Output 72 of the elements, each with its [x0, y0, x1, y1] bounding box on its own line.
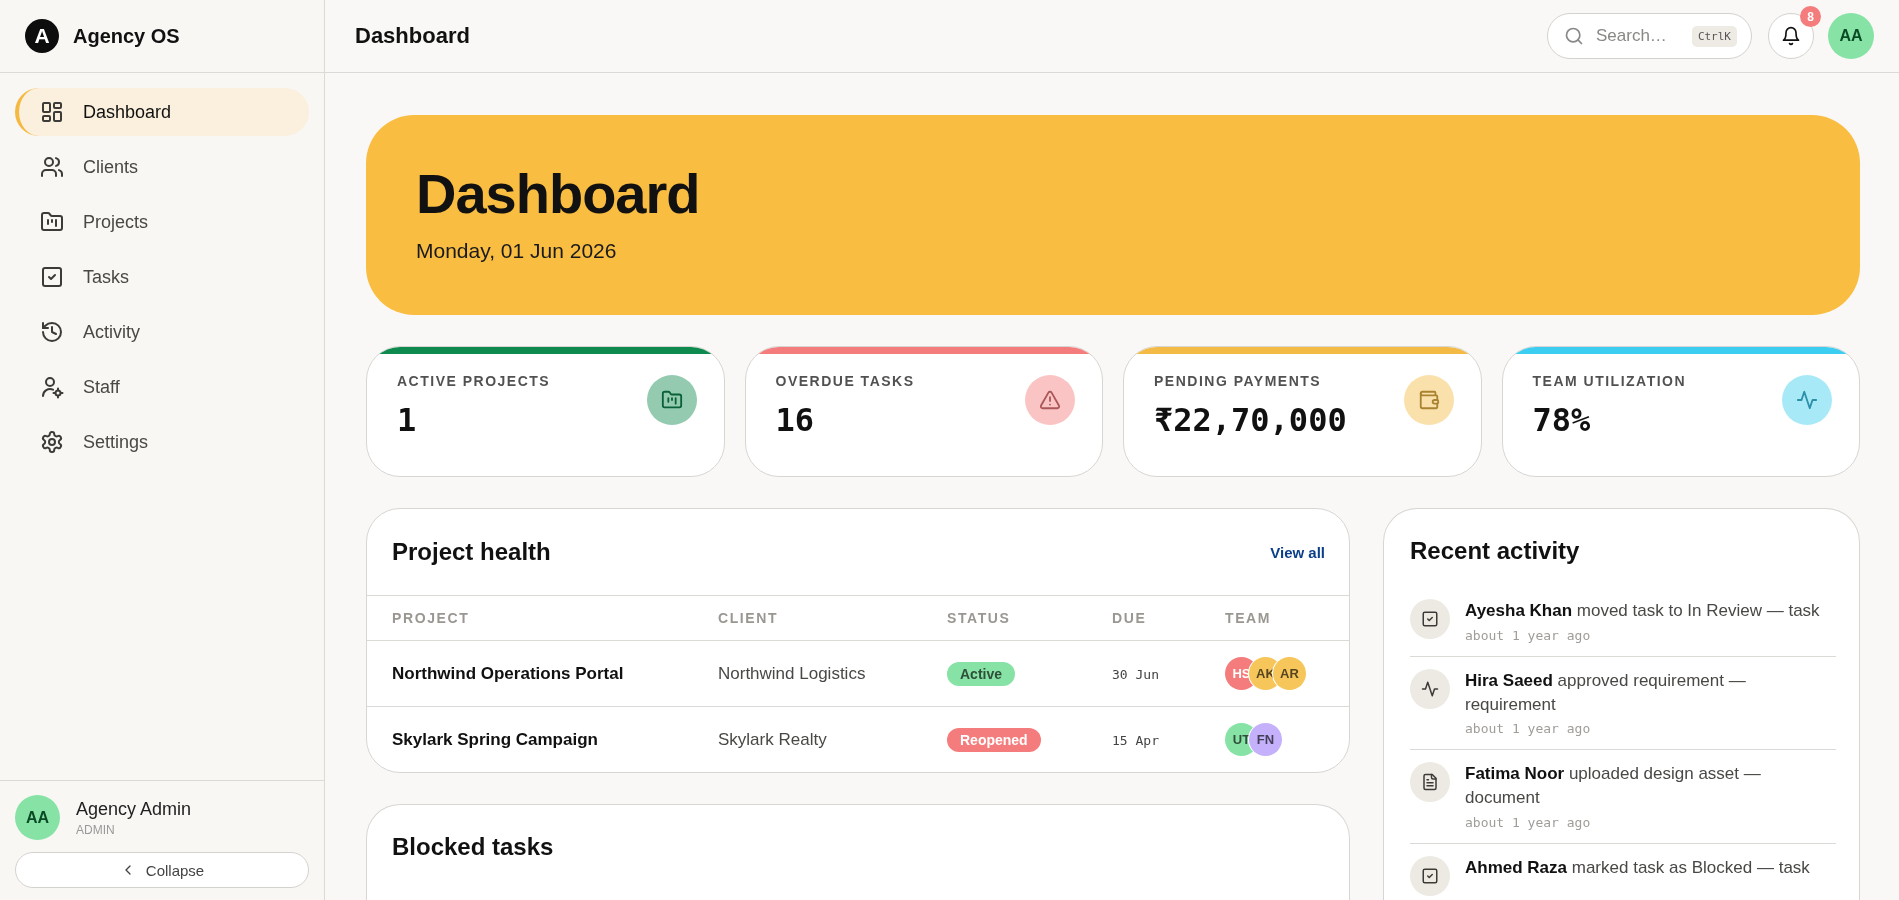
team-avatar: FN — [1249, 723, 1282, 756]
column-header: TEAM — [1225, 610, 1273, 626]
card-title: Project health — [392, 538, 551, 566]
stat-label: TEAM UTILIZATION — [1532, 373, 1687, 389]
folder-icon — [40, 210, 64, 234]
due-date: 15 Apr — [1112, 732, 1159, 748]
project-name[interactable]: Northwind Operations Portal — [392, 663, 624, 683]
activity-time: about 1 year ago — [1465, 815, 1592, 830]
status-pill: Reopened — [947, 727, 1041, 752]
view-all-link[interactable]: View all — [1270, 543, 1325, 561]
stat-value: 1 — [397, 401, 418, 439]
pulse-icon — [1796, 389, 1818, 411]
sidebar-item[interactable]: Staff — [15, 363, 309, 411]
hero-date: Monday, 01 Jun 2026 — [416, 238, 618, 263]
app-name: Agency OS — [73, 24, 180, 48]
hero-title: Dashboard — [416, 163, 700, 225]
project-name[interactable]: Skylark Spring Campaign — [392, 729, 598, 749]
activity-text: Fatima Noor uploaded design asset — document — [1465, 763, 1762, 810]
search-field[interactable]: Search… CtrlK — [1547, 13, 1752, 59]
user-avatar[interactable]: AA — [1828, 13, 1874, 59]
logo-badge: A — [25, 19, 59, 53]
activity-text: Hira Saeed approved requirement — requirement — [1465, 669, 1747, 716]
sidebar-item[interactable]: Projects — [15, 198, 309, 246]
stat-value: 78% — [1532, 401, 1592, 439]
stat-label: PENDING PAYMENTS — [1154, 373, 1323, 389]
pulse-icon — [1421, 679, 1439, 698]
activity-text: Ayesha Khan moved task to In Review — task — [1465, 600, 1820, 622]
client-name: Skylark Realty — [718, 729, 827, 749]
activity-time: about 1 year ago — [1465, 627, 1592, 643]
card-title: Recent activity — [1410, 537, 1580, 565]
notification-button[interactable] — [1768, 13, 1814, 59]
client-name: Northwind Logistics — [718, 663, 866, 683]
warning-icon — [1039, 389, 1061, 411]
sidebar-item[interactable]: Settings — [15, 418, 309, 466]
page-title: Dashboard — [355, 23, 471, 49]
folder-icon — [660, 389, 683, 411]
column-header: PROJECT — [392, 610, 471, 626]
team-avatar: AR — [1273, 657, 1306, 690]
sidebar-item[interactable]: Dashboard — [15, 88, 309, 136]
search-icon — [1564, 26, 1584, 46]
dashboard-grid-icon — [40, 100, 64, 124]
checkbox-icon — [1421, 867, 1439, 885]
due-date: 30 Jun — [1112, 666, 1159, 682]
user-role: ADMIN — [76, 822, 116, 837]
bell-icon — [1781, 26, 1801, 46]
wallet-icon — [1417, 389, 1440, 411]
stat-label: OVERDUE TASKS — [775, 373, 915, 389]
column-header: STATUS — [947, 610, 1012, 626]
collapse-button[interactable]: Collapse — [15, 852, 309, 888]
shortcut-key: CtrlK — [1691, 25, 1737, 47]
user-name: Agency Admin — [76, 798, 192, 820]
stat-label: ACTIVE PROJECTS — [397, 373, 551, 389]
checkbox-icon — [1421, 610, 1439, 628]
document-icon — [1421, 773, 1439, 792]
sidebar-item[interactable]: Clients — [15, 143, 309, 191]
activity-time: about 1 year ago — [1465, 721, 1592, 737]
status-pill: Active — [947, 661, 1016, 686]
settings-icon — [40, 430, 64, 454]
card-title: Blocked tasks — [392, 833, 554, 861]
stat-value: 16 — [775, 401, 816, 439]
activity-text: Ahmed Raza marked task as Blocked — task — [1465, 857, 1810, 879]
checkbox-icon — [40, 265, 64, 289]
people-icon — [40, 155, 64, 179]
clock-history-icon — [40, 320, 64, 344]
stat-value: ₹22,70,000 — [1154, 401, 1347, 439]
notification-badge: 8 — [1800, 6, 1821, 27]
sidebar-item[interactable]: Activity — [15, 308, 309, 356]
user-avatar: AA — [15, 795, 60, 840]
column-header: DUE — [1112, 610, 1148, 626]
column-header: CLIENT — [718, 610, 780, 626]
sidebar-item[interactable]: Tasks — [15, 253, 309, 301]
user-gear-icon — [40, 375, 64, 399]
